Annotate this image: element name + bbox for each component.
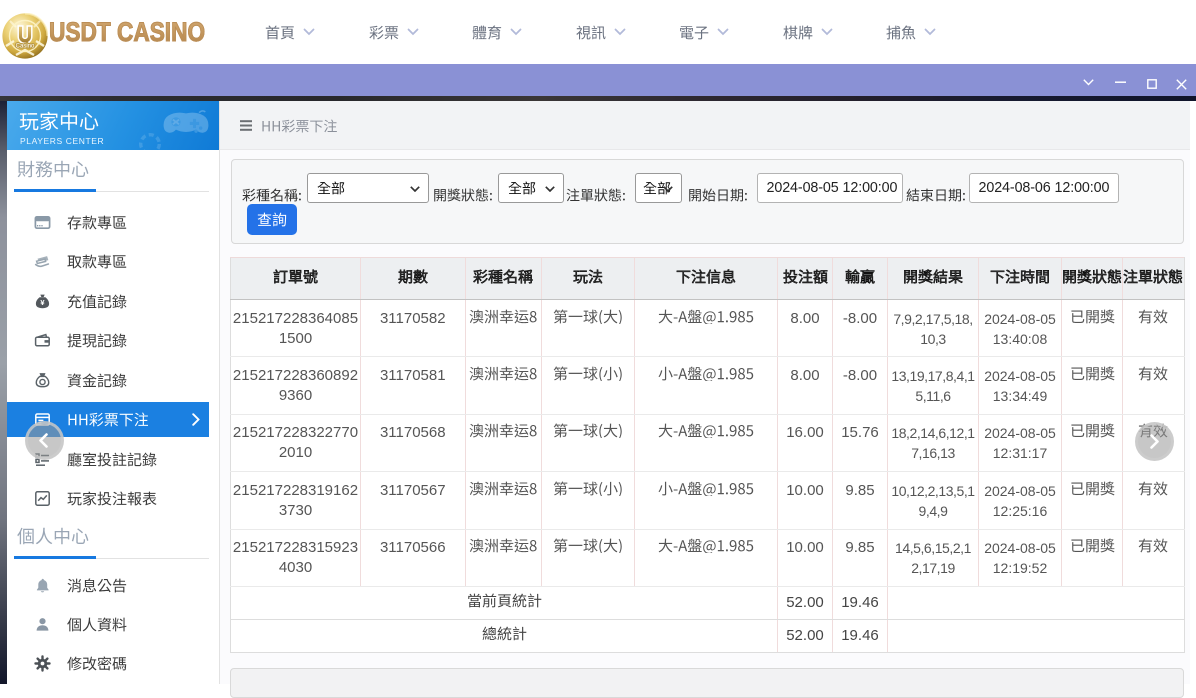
svg-text:Casino: Casino [16,44,35,50]
